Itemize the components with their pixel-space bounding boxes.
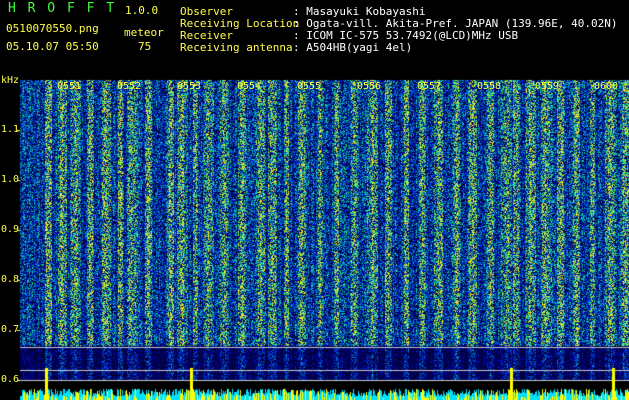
detection-count: 75	[138, 40, 152, 53]
app-version: 1.0.0	[125, 4, 159, 17]
mode-label: meteor	[124, 26, 164, 39]
y-tick-0-6: 0.6	[1, 374, 20, 385]
label-antenna: Receiving antenna	[180, 41, 293, 54]
axis-unit-label: kHz	[1, 75, 20, 86]
y-tick-0-8: 0.8	[1, 274, 20, 285]
time-tick-0556: 0556	[357, 81, 382, 92]
app-name: H R O F F T	[8, 1, 117, 16]
date-time: 05.10.07 05:50	[6, 40, 99, 53]
header-panel: H R O F F T 1.0.0 0510070550.png meteor …	[0, 0, 629, 78]
time-tick-0600: 0600	[594, 81, 619, 92]
time-tick-0553: 0553	[177, 81, 202, 92]
y-tick-0-7: 0.7	[1, 324, 20, 335]
value-antenna: : A504HB(yagi 4el)	[293, 41, 413, 54]
y-tick-0-9: 0.9	[1, 224, 20, 235]
time-tick-0558: 0558	[477, 81, 502, 92]
time-tick-0557: 0557	[417, 81, 442, 92]
y-tick-1-1: 1.1	[1, 124, 20, 135]
time-tick-0551: 0551	[57, 81, 82, 92]
time-tick-0552: 0552	[117, 81, 142, 92]
file-name: 0510070550.png	[6, 22, 99, 35]
time-tick-0559: 0559	[535, 81, 560, 92]
time-tick-0555: 0555	[297, 81, 322, 92]
y-tick-1-0: 1.0	[1, 174, 20, 185]
time-tick-0554: 0554	[237, 81, 262, 92]
